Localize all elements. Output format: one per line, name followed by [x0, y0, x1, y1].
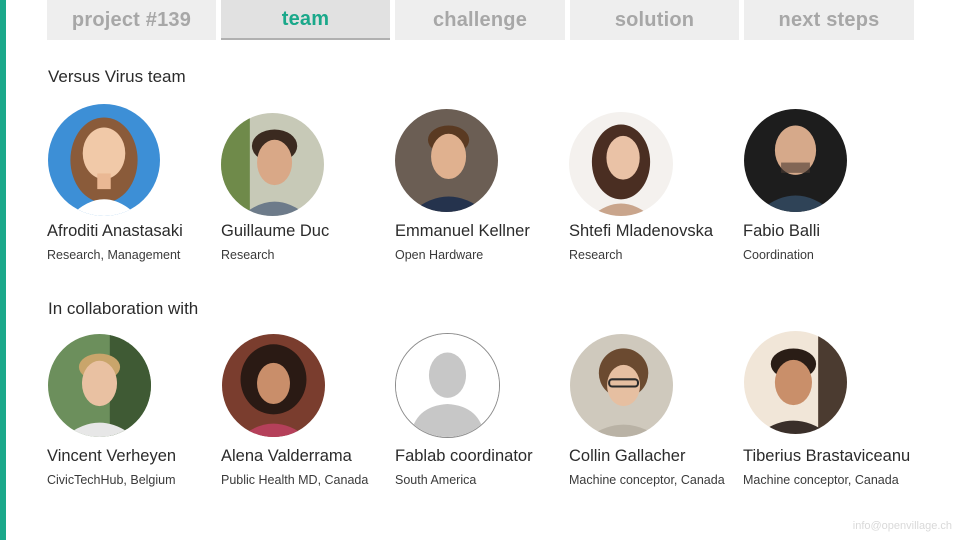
team-member-card: Shtefi Mladenovska Research — [569, 104, 744, 269]
section-title-collaboration: In collaboration with — [48, 299, 199, 318]
member-name: Emmanuel Kellner — [395, 222, 530, 240]
tab-solution[interactable]: solution — [570, 0, 739, 40]
member-role: Machine conceptor, Canada — [743, 473, 899, 487]
member-photo — [395, 109, 498, 212]
member-photo — [569, 112, 673, 216]
team-member-card: Guillaume Duc Research — [221, 104, 396, 269]
member-name: Afroditi Anastasaki — [47, 222, 183, 240]
member-role: Research — [569, 248, 623, 262]
member-role: Coordination — [743, 248, 814, 262]
member-photo — [48, 334, 151, 437]
collaborator-card: Vincent Verheyen CivicTechHub, Belgium — [47, 333, 222, 493]
member-name: Guillaume Duc — [221, 222, 330, 240]
member-role: Open Hardware — [395, 248, 484, 262]
member-photo — [221, 113, 324, 216]
member-photo — [48, 104, 160, 216]
placeholder-avatar-icon — [395, 333, 500, 438]
member-name: Fablab coordinator — [395, 447, 533, 465]
collaborator-card: Alena Valderrama Public Health MD, Canad… — [221, 333, 396, 493]
member-role: Machine conceptor, Canada — [569, 473, 725, 487]
member-name: Shtefi Mladenovska — [569, 222, 713, 240]
member-name: Fabio Balli — [743, 222, 821, 240]
member-name: Collin Gallacher — [569, 447, 686, 465]
team-member-card: Afroditi Anastasaki Research, Management — [47, 104, 222, 269]
accent-bar — [0, 0, 6, 540]
team-member-card: Emmanuel Kellner Open Hardware — [395, 104, 570, 269]
collaborator-card: Tiberius Brastaviceanu Machine conceptor… — [743, 331, 918, 493]
collaborator-card: Fablab coordinator South America — [395, 333, 570, 493]
member-photo — [744, 109, 847, 212]
member-photo — [222, 334, 325, 437]
collaborator-card: Collin Gallacher Machine conceptor, Cana… — [569, 333, 744, 493]
member-photo — [744, 331, 847, 434]
member-role: South America — [395, 473, 477, 487]
member-role: CivicTechHub, Belgium — [47, 473, 176, 487]
member-photo — [570, 334, 673, 437]
section-title-team: Versus Virus team — [48, 67, 186, 86]
tab-next-steps[interactable]: next steps — [744, 0, 914, 40]
member-role: Research — [221, 248, 275, 262]
tab-team[interactable]: team — [221, 0, 390, 40]
tab-challenge[interactable]: challenge — [395, 0, 565, 40]
team-member-card: Fabio Balli Coordination — [743, 104, 918, 269]
footer-email[interactable]: info@openvillage.ch — [853, 520, 952, 532]
member-role: Research, Management — [47, 248, 181, 262]
member-name: Alena Valderrama — [221, 447, 352, 465]
member-role: Public Health MD, Canada — [221, 473, 369, 487]
tab-bar: project #139 team challenge solution nex… — [47, 0, 914, 41]
member-name: Vincent Verheyen — [47, 447, 177, 465]
member-name: Tiberius Brastaviceanu — [743, 447, 911, 465]
tab-project[interactable]: project #139 — [47, 0, 216, 40]
